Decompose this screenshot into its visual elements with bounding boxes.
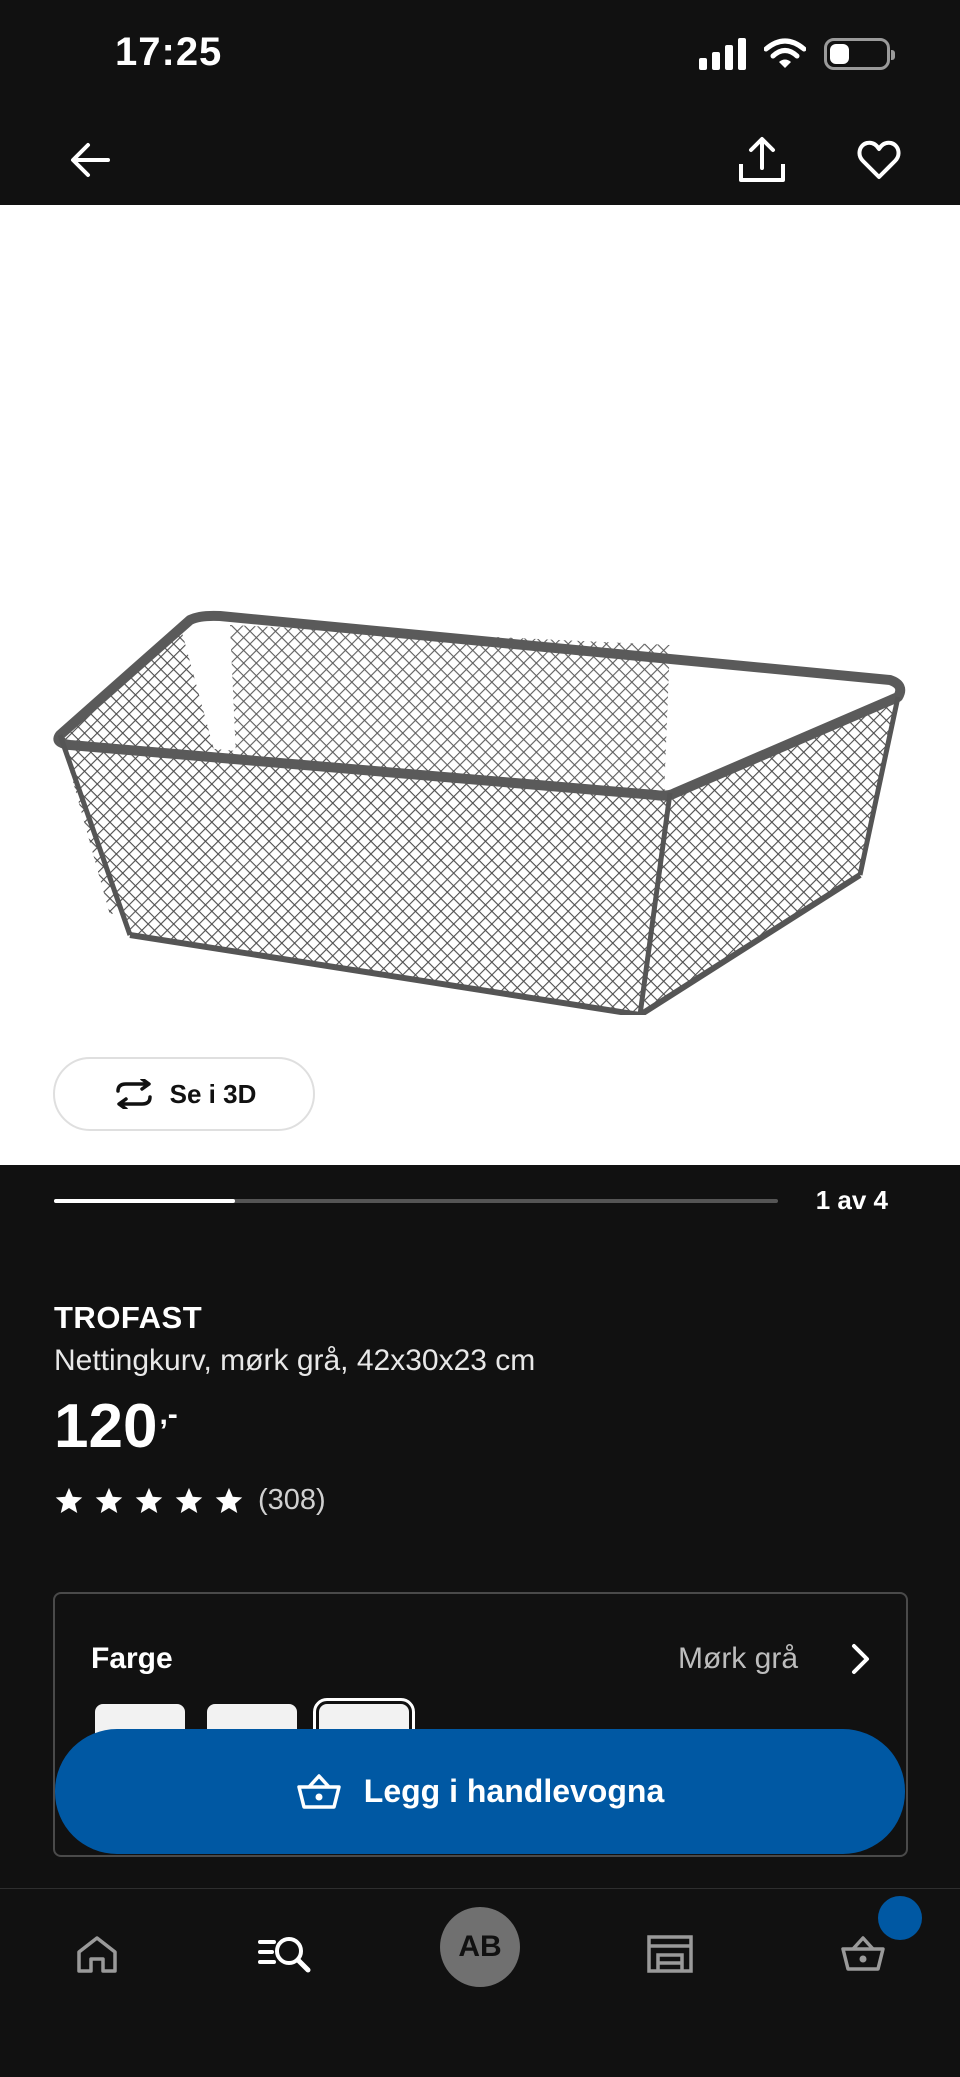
arrow-left-icon[interactable] — [60, 130, 120, 190]
heart-icon[interactable] — [849, 130, 909, 190]
star-icon — [95, 1487, 123, 1513]
profile-avatar[interactable]: AB — [440, 1907, 520, 1987]
color-value: Mørk grå — [678, 1642, 798, 1675]
product-price: 120 ,- — [54, 1396, 914, 1458]
view-3d-label: Se i 3D — [169, 1078, 257, 1109]
color-label: Farge — [91, 1642, 173, 1675]
view-3d-button[interactable]: Se i 3D — [53, 1057, 315, 1131]
gallery-progress: 1 av 4 — [0, 1165, 960, 1265]
star-icon — [215, 1487, 243, 1513]
basket-icon — [297, 1773, 341, 1809]
product-description: Nettingkurv, mørk grå, 42x30x23 cm — [54, 1344, 536, 1377]
status-icons — [699, 38, 895, 70]
star-icon — [55, 1487, 83, 1513]
product-rating[interactable]: (308) — [54, 1484, 914, 1517]
home-icon[interactable] — [52, 1909, 142, 1999]
battery-icon — [824, 38, 895, 70]
top-nav — [0, 115, 960, 205]
rotate-3d-icon — [115, 1079, 152, 1109]
price-suffix: ,- — [159, 1398, 178, 1431]
signal-icon — [699, 38, 746, 70]
tab-bar: AB — [0, 1888, 960, 2077]
chevron-right-icon — [852, 1644, 869, 1674]
wifi-icon — [764, 38, 806, 68]
progress-track — [54, 1199, 778, 1203]
status-bar: 17:25 — [0, 0, 960, 115]
status-time: 17:25 — [115, 30, 223, 74]
product-brand: TROFAST — [54, 1300, 203, 1335]
star-icon — [135, 1487, 163, 1513]
store-icon[interactable] — [625, 1909, 715, 1999]
review-count: (308) — [258, 1484, 326, 1516]
product-image-gallery[interactable]: Se i 3D — [0, 205, 960, 1165]
cart-badge — [878, 1896, 922, 1940]
share-icon[interactable] — [732, 130, 792, 190]
rating-stars — [54, 1486, 244, 1516]
product-image — [53, 610, 906, 1015]
product-info: TROFAST Nettingkurv, mørk grå, 42x30x23 … — [54, 1300, 914, 1517]
add-to-cart-label: Legg i handlevogna — [363, 1773, 665, 1809]
page-indicator: 1 av 4 — [815, 1185, 888, 1215]
star-icon — [175, 1487, 203, 1513]
progress-fill — [54, 1199, 235, 1203]
price-value: 120 — [54, 1392, 158, 1461]
add-to-cart-button[interactable]: Legg i handlevogna — [55, 1729, 905, 1854]
search-list-icon[interactable] — [241, 1909, 331, 1999]
